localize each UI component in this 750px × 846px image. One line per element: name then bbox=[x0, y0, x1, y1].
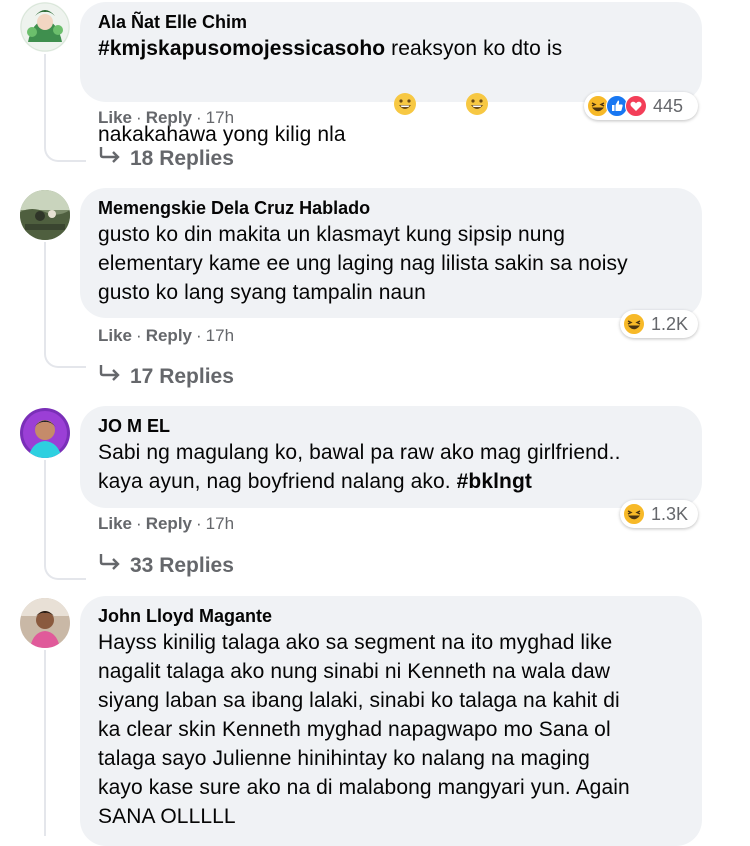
timestamp[interactable]: 17h bbox=[206, 514, 234, 533]
timestamp[interactable]: 17h bbox=[206, 108, 234, 127]
like-link[interactable]: Like bbox=[98, 108, 132, 127]
reaction-count: 1.2K bbox=[651, 313, 689, 334]
reaction-summary[interactable]: 1.2K bbox=[620, 310, 698, 338]
comment-author[interactable]: Memengskie Dela Cruz Hablado bbox=[98, 196, 684, 220]
comment-text: Hayss kinilig talaga ako sa segment na i… bbox=[98, 631, 613, 654]
comment-bubble: JO M EL Sabi ng magulang ko, bawal pa ra… bbox=[80, 406, 702, 508]
comment-text: kaya ayun, nag boyfriend nalang ako. #bk… bbox=[98, 470, 532, 493]
comment-text: kayo kase sure ako na di malabong mangya… bbox=[98, 776, 630, 799]
comment-text: elementary kame ee ung laging nag lilist… bbox=[98, 252, 628, 275]
view-replies-button[interactable]: 33 Replies bbox=[98, 552, 234, 578]
comment-author[interactable]: John Lloyd Magante bbox=[98, 604, 684, 628]
comment-text: Sabi ng magulang ko, bawal pa raw ako ma… bbox=[98, 441, 621, 464]
comment-text: siyang laban sa ibang lalaki, sinabi ko … bbox=[98, 689, 620, 712]
comment-text: gusto ko lang syang tampalin naun bbox=[98, 281, 426, 304]
hashtag-link[interactable]: #kmjskapusomojessicasoho bbox=[98, 37, 385, 60]
comment-text: #kmjskapusomojessicasoho reaksyon ko dto… bbox=[98, 37, 563, 60]
comment-text: talaga sayo Julienne hinihintay ko nalan… bbox=[98, 747, 590, 770]
like-link[interactable]: Like bbox=[98, 514, 132, 533]
comment-actions: Like · Reply · 17h bbox=[98, 326, 235, 345]
reply-arrow-icon bbox=[98, 552, 124, 578]
haha-icon bbox=[623, 503, 645, 525]
comment-text: nagalit talaga ako nung sinabi ni Kennet… bbox=[98, 660, 611, 683]
reaction-count: 445 bbox=[653, 95, 684, 116]
haha-icon bbox=[623, 313, 645, 335]
reply-link[interactable]: Reply bbox=[146, 514, 192, 533]
avatar[interactable] bbox=[20, 408, 70, 458]
comment-bubble: Ala Ñat Elle Chim #kmjskapusomojessicaso… bbox=[80, 2, 702, 146]
hashtag-link[interactable]: #bklngt bbox=[457, 470, 532, 493]
comment-actions: Like · Reply · 17h bbox=[98, 514, 235, 533]
reply-link[interactable]: Reply bbox=[146, 108, 192, 127]
comment-text: SANA OLLLLL bbox=[98, 805, 236, 828]
timestamp[interactable]: 17h bbox=[206, 326, 234, 345]
view-replies-button[interactable]: 18 Replies bbox=[98, 145, 234, 171]
grinning-emoji-icon bbox=[346, 63, 417, 153]
reaction-count: 1.3K bbox=[651, 503, 689, 524]
comment-actions: Like · Reply · 17h bbox=[98, 108, 235, 127]
reply-arrow-icon bbox=[98, 363, 124, 389]
reaction-summary[interactable]: 1.3K bbox=[620, 500, 698, 528]
reaction-summary[interactable]: 445 bbox=[584, 92, 698, 120]
avatar[interactable] bbox=[20, 598, 70, 648]
comment-bubble: Memengskie Dela Cruz Hablado gusto ko di… bbox=[80, 188, 702, 318]
reply-arrow-icon bbox=[98, 145, 124, 171]
love-icon bbox=[625, 95, 647, 117]
comment-text: gusto ko din makita un klasmayt kung sip… bbox=[98, 223, 566, 246]
comment-bubble: John Lloyd Magante Hayss kinilig talaga … bbox=[80, 596, 702, 846]
reply-link[interactable]: Reply bbox=[146, 326, 192, 345]
avatar[interactable] bbox=[20, 190, 70, 240]
avatar[interactable] bbox=[20, 2, 70, 52]
comment-author[interactable]: JO M EL bbox=[98, 414, 684, 438]
grinning-emoji-icon bbox=[417, 63, 488, 153]
view-replies-button[interactable]: 17 Replies bbox=[98, 363, 234, 389]
comment-text: ka clear skin Kenneth myghad napagwapo m… bbox=[98, 718, 611, 741]
comment-author[interactable]: Ala Ñat Elle Chim bbox=[98, 10, 684, 34]
like-link[interactable]: Like bbox=[98, 326, 132, 345]
